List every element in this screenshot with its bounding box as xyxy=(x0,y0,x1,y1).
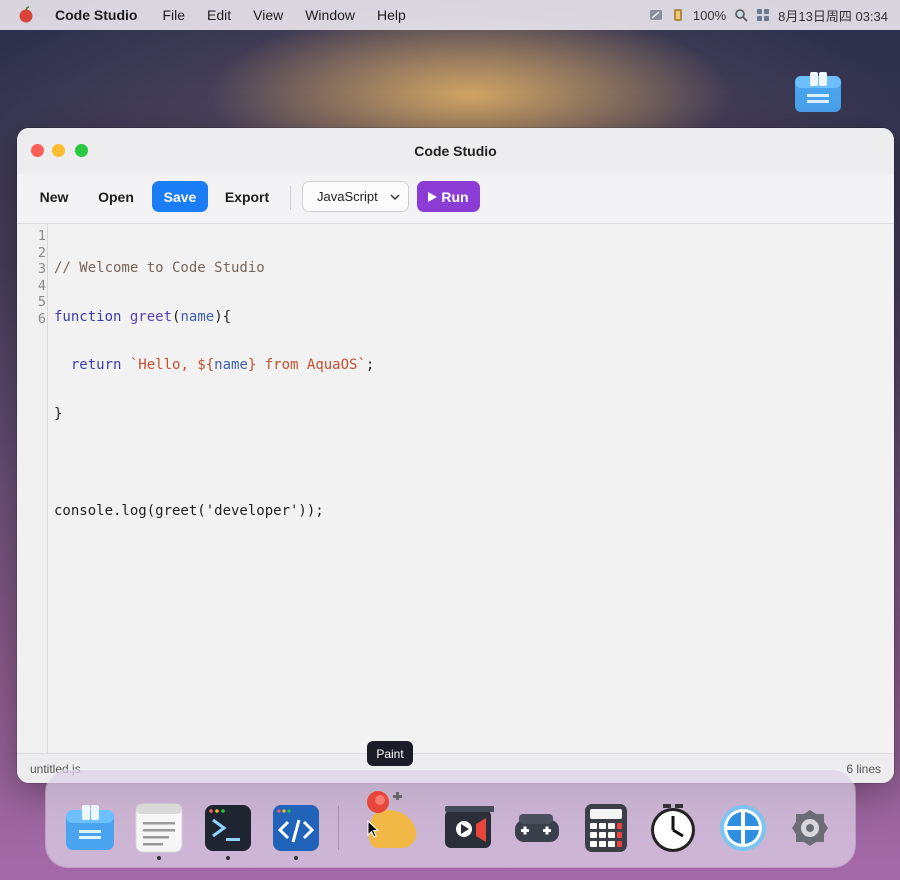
code-line: // Welcome to Code Studio xyxy=(54,260,265,276)
display-icon[interactable] xyxy=(649,8,663,22)
toolbar-divider xyxy=(290,186,291,210)
code-line: return `Hello, ${name} from AquaOS`; xyxy=(70,357,375,373)
dock-separator xyxy=(338,806,339,850)
dock-tooltip: Paint xyxy=(367,741,413,766)
export-button[interactable]: Export xyxy=(219,181,275,212)
line-count-label: 6 lines xyxy=(846,762,881,776)
code-line: } xyxy=(54,405,63,422)
open-button[interactable]: Open xyxy=(90,181,142,212)
clock-datetime[interactable]: 8月13日周四 03:34 xyxy=(778,6,888,25)
save-button[interactable]: Save xyxy=(152,181,208,212)
battery-percentage: 100% xyxy=(692,7,727,23)
menu-view[interactable]: View xyxy=(253,7,283,23)
menu-file[interactable]: File xyxy=(162,7,185,23)
notes-icon[interactable] xyxy=(133,802,185,854)
line-number: 1 xyxy=(37,228,46,244)
code-line: function greet(name){ xyxy=(54,308,232,325)
code-line: console.log(greet('developer')); xyxy=(54,502,324,519)
code-studio-window: Code Studio New Open Save Export JavaScr… xyxy=(17,128,894,783)
video-icon[interactable] xyxy=(442,802,494,854)
apple-menu-icon[interactable] xyxy=(17,6,35,24)
dock xyxy=(46,770,855,867)
toolbar: New Open Save Export JavaScript Run xyxy=(17,174,894,224)
menu-app-name[interactable]: Code Studio xyxy=(55,7,137,23)
menu-edit[interactable]: Edit xyxy=(207,7,231,23)
window-title: Code Studio xyxy=(414,143,497,159)
desktop-finder-icon[interactable] xyxy=(793,70,843,118)
code-editor[interactable]: 1 2 3 4 5 6 // Welcome to Code Studio fu… xyxy=(17,224,894,753)
line-number: 6 xyxy=(37,310,46,327)
code-content[interactable]: // Welcome to Code Studio function greet… xyxy=(54,228,374,551)
language-select-value: JavaScript xyxy=(317,189,378,204)
title-bar[interactable]: Code Studio xyxy=(17,128,894,174)
running-indicator xyxy=(226,856,230,860)
running-indicator xyxy=(157,856,161,860)
calculator-icon[interactable] xyxy=(580,802,632,854)
play-icon xyxy=(428,191,438,202)
run-button-label: Run xyxy=(441,188,469,205)
menu-window[interactable]: Window xyxy=(305,7,355,23)
line-number: 5 xyxy=(37,294,46,310)
running-indicator xyxy=(294,856,298,860)
language-select[interactable]: JavaScript xyxy=(302,181,409,212)
browser-icon[interactable] xyxy=(717,802,769,854)
chevron-down-icon xyxy=(390,194,400,200)
game-icon[interactable] xyxy=(511,802,563,854)
line-number-gutter: 1 2 3 4 5 6 xyxy=(17,224,48,753)
new-button[interactable]: New xyxy=(31,181,77,212)
clock-icon[interactable] xyxy=(647,802,699,854)
code-studio-icon[interactable] xyxy=(270,802,322,854)
line-number: 3 xyxy=(37,261,46,277)
status-area: 100% 8月13日周四 03:34 xyxy=(649,0,888,30)
search-icon[interactable] xyxy=(734,8,748,22)
line-number: 2 xyxy=(37,244,46,261)
finder-icon[interactable] xyxy=(64,802,116,854)
terminal-icon[interactable] xyxy=(202,802,254,854)
line-number: 4 xyxy=(37,277,46,294)
menu-help[interactable]: Help xyxy=(377,7,406,23)
mouse-cursor-icon xyxy=(367,820,379,838)
run-button[interactable]: Run xyxy=(417,181,480,212)
control-center-icon[interactable] xyxy=(756,8,770,22)
battery-icon[interactable] xyxy=(671,8,685,22)
settings-icon[interactable] xyxy=(784,802,836,854)
menu-bar: Code Studio File Edit View Window Help 1… xyxy=(0,0,900,30)
